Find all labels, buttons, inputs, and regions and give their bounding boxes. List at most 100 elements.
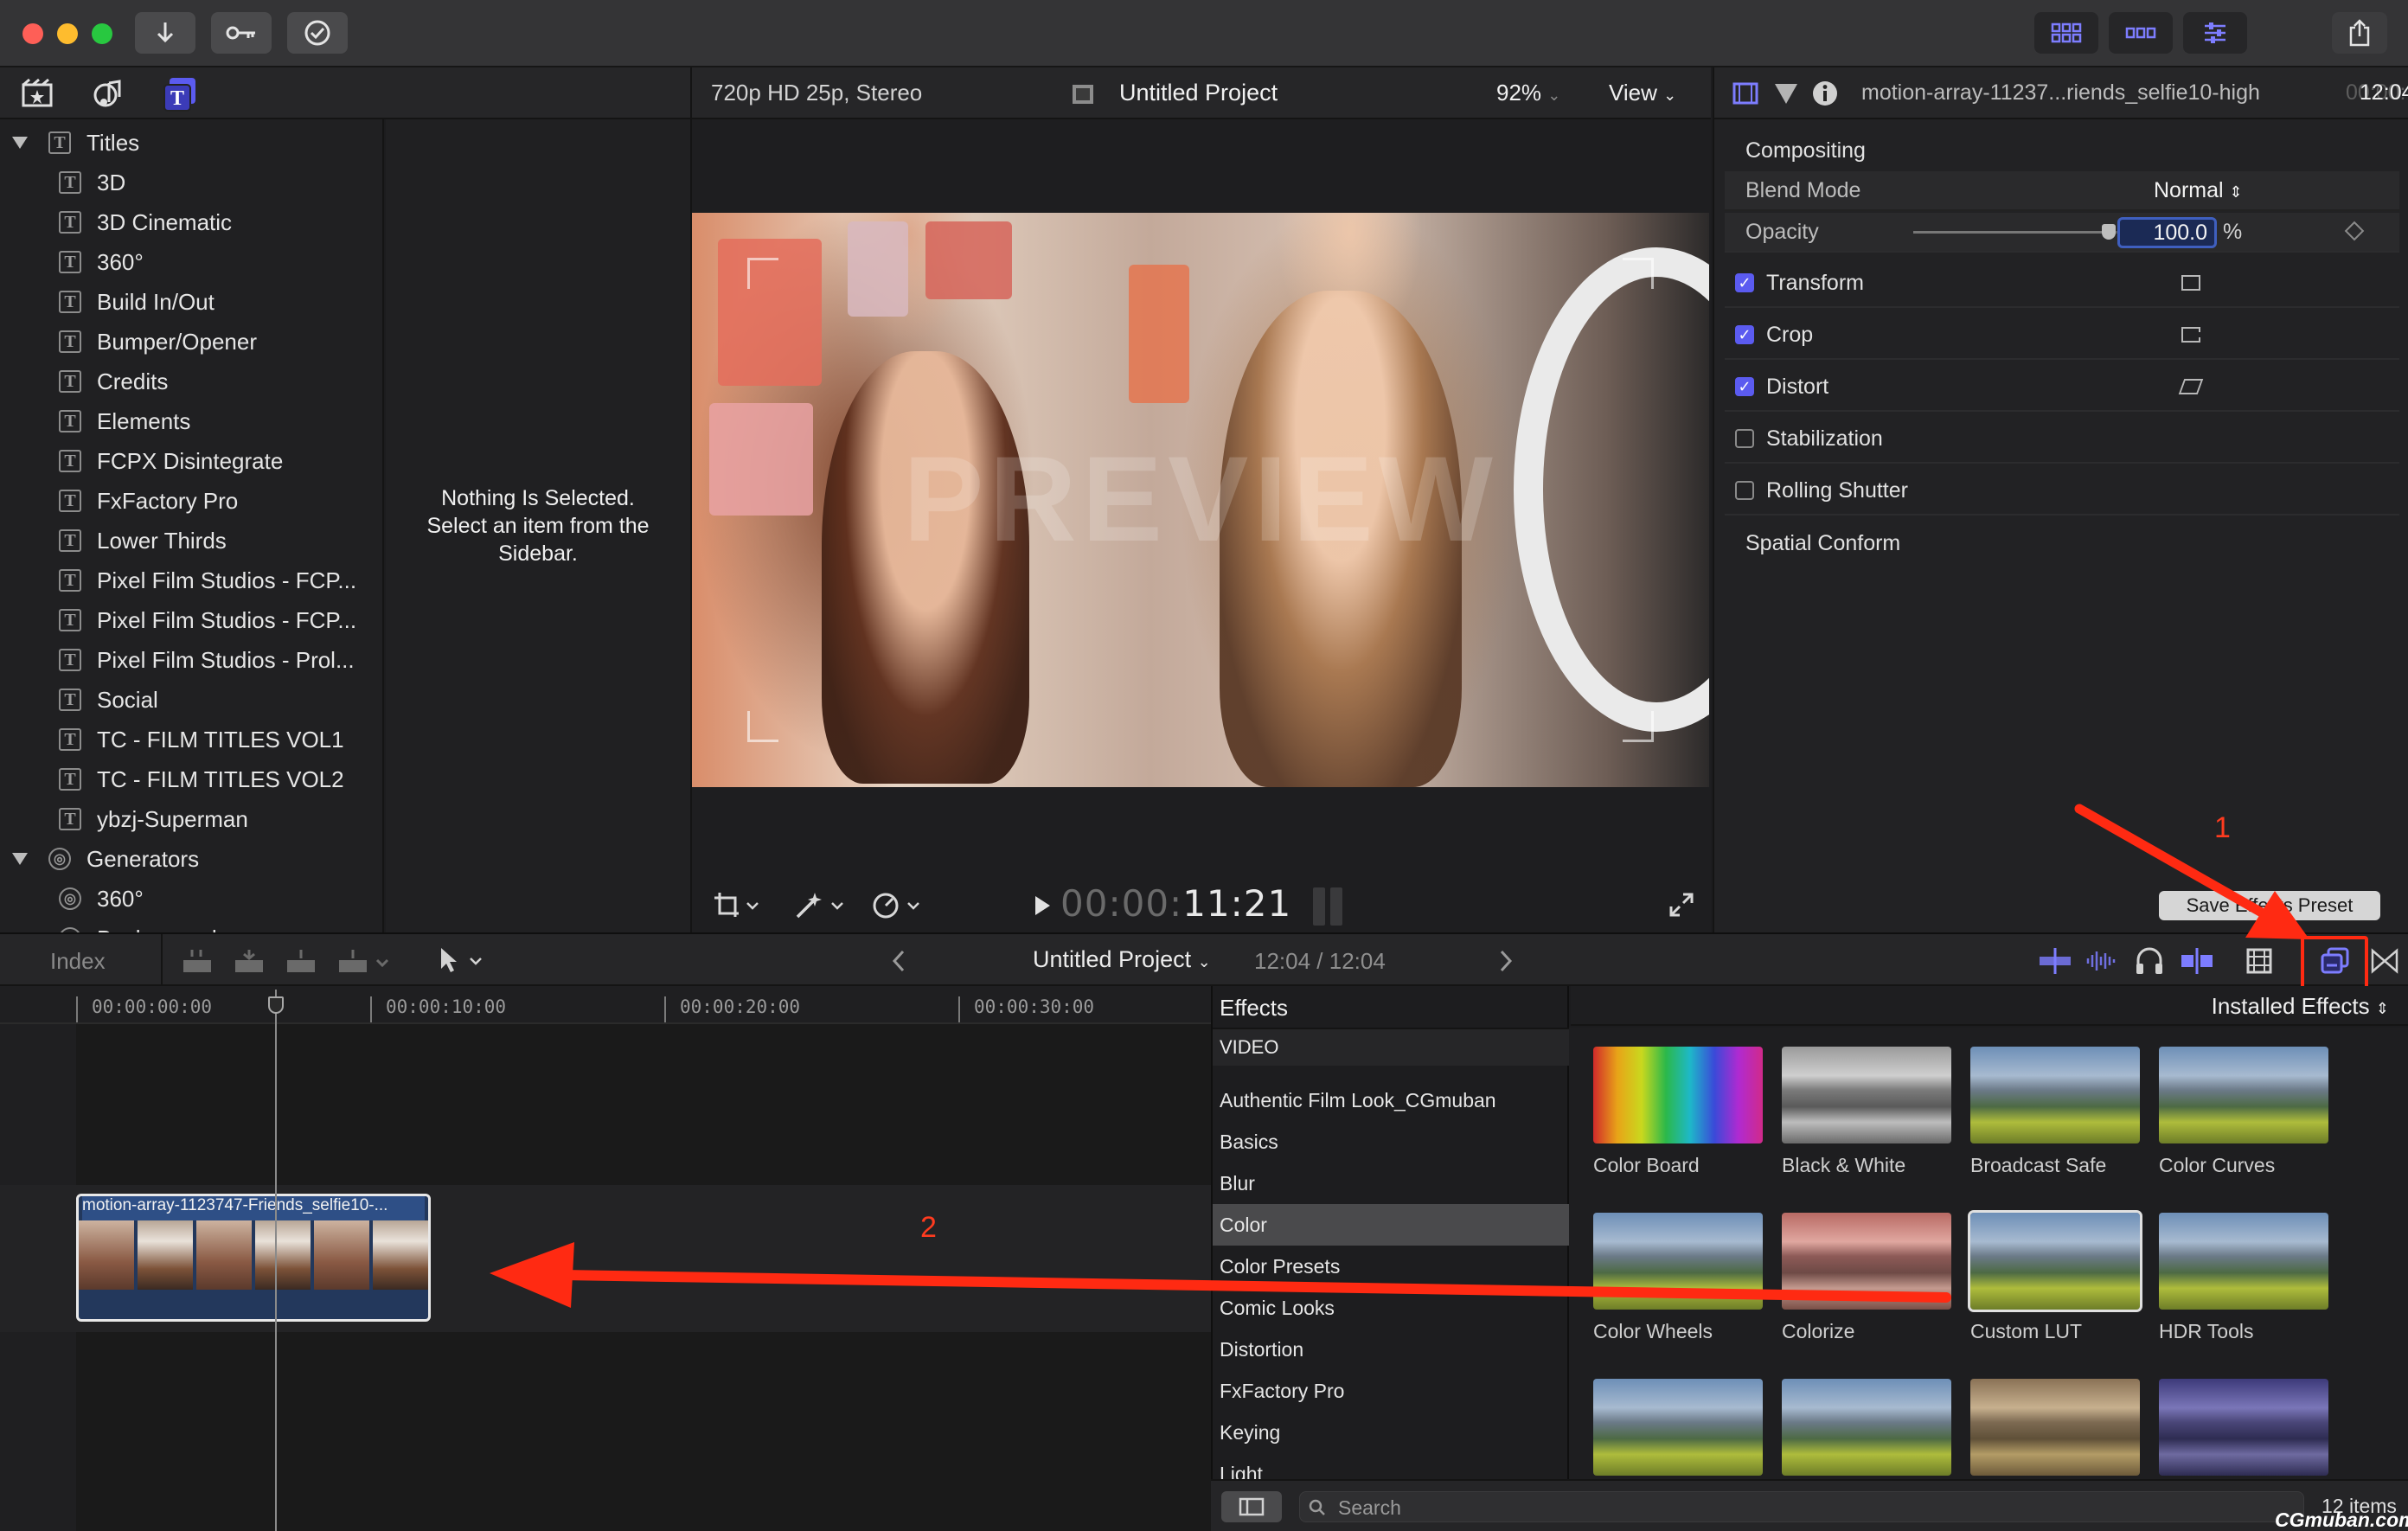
inspector-section-crop[interactable]: ✓ Crop xyxy=(1725,311,2399,360)
effects-category-item[interactable]: Color xyxy=(1213,1204,1569,1246)
opacity-slider[interactable] xyxy=(1913,224,2123,240)
sidebar-item[interactable]: T Pixel Film Studios - Prol... xyxy=(59,640,355,680)
effects-category-item[interactable]: Comic Looks xyxy=(1213,1287,1569,1329)
effects-category-item[interactable]: Blur xyxy=(1213,1163,1569,1204)
disclosure-triangle-icon[interactable] xyxy=(12,137,28,149)
music-tab[interactable] xyxy=(92,78,125,113)
sidebar-group-header[interactable]: T Titles xyxy=(12,123,139,163)
inspector-section-distort[interactable]: ✓ Distort xyxy=(1725,363,2399,412)
distort-icon[interactable] xyxy=(2178,379,2204,394)
crop-icon[interactable] xyxy=(2181,327,2200,343)
sidebar-item[interactable]: T Social xyxy=(59,680,158,720)
arrow-tool-menu[interactable] xyxy=(438,946,490,976)
effect-tile[interactable] xyxy=(1970,1379,2140,1476)
transitions-browser-icon[interactable] xyxy=(2370,948,2399,974)
effect-tile[interactable]: HDR Tools xyxy=(2159,1213,2328,1343)
effects-category-item[interactable]: Basics xyxy=(1213,1121,1569,1163)
save-effects-preset-button[interactable]: Save Effects Preset xyxy=(2159,891,2380,920)
effect-tile[interactable]: Broadcast Safe xyxy=(1970,1047,2140,1177)
inspector-toggle-button[interactable] xyxy=(2183,12,2247,54)
timeline-ruler[interactable]: 00:00:00:00 00:00:10:00 00:00:20:00 00:00:3… xyxy=(0,986,1211,1024)
sidebar-item[interactable]: ◎Backgrounds xyxy=(59,919,228,932)
keywords-button[interactable] xyxy=(211,12,272,54)
installed-effects-menu[interactable]: Installed Effects ⇕ xyxy=(2212,993,2389,1020)
transform-icon[interactable] xyxy=(2181,275,2200,291)
retime-menu[interactable] xyxy=(872,891,924,926)
clip-appearance-icon[interactable] xyxy=(2245,946,2273,976)
edit-buttons-group[interactable] xyxy=(182,948,398,976)
sidebar-item[interactable]: T Pixel Film Studios - FCP... xyxy=(59,600,356,640)
browser-toggle-button[interactable] xyxy=(2034,12,2098,54)
effect-tile[interactable] xyxy=(2159,1379,2328,1476)
titles-generators-tab[interactable]: T xyxy=(163,76,199,117)
section-checkbox[interactable]: ✓ xyxy=(1735,325,1754,344)
skimming-icon[interactable] xyxy=(2038,946,2072,976)
sidebar-group-header[interactable]: ◎ Generators xyxy=(12,839,199,879)
sidebar-item[interactable]: T Pixel Film Studios - FCP... xyxy=(59,561,356,600)
sidebar-item[interactable]: T 360° xyxy=(59,242,144,282)
fullscreen-button[interactable] xyxy=(1668,891,1695,925)
effects-category-item[interactable]: Keying xyxy=(1213,1412,1569,1453)
background-tasks-button[interactable] xyxy=(287,12,348,54)
sidebar-item[interactable]: T Bumper/Opener xyxy=(59,322,257,362)
inspector-section-rolling-shutter[interactable]: Rolling Shutter xyxy=(1725,467,2399,516)
effect-tile[interactable]: Colorize xyxy=(1782,1213,1951,1343)
effect-tile[interactable]: Color Wheels xyxy=(1593,1213,1763,1343)
opacity-field[interactable]: 100.0 xyxy=(2117,217,2217,248)
index-button[interactable]: Index xyxy=(50,948,106,975)
sidebar-item[interactable]: ◎ 360° xyxy=(59,879,144,919)
inspector-section-stabilization[interactable]: Stabilization xyxy=(1725,415,2399,464)
section-checkbox[interactable] xyxy=(1735,481,1754,500)
sidebar-item[interactable]: T FCPX Disintegrate xyxy=(59,441,283,481)
video-preview[interactable]: PREVIEW xyxy=(692,213,1709,787)
enhance-menu[interactable] xyxy=(794,891,846,926)
playhead-handle[interactable] xyxy=(268,996,284,1014)
effect-tile[interactable]: Color Curves xyxy=(2159,1047,2328,1177)
transform-menu[interactable] xyxy=(713,891,761,926)
blend-mode-select[interactable]: Normal ⇕ xyxy=(2154,178,2243,203)
solo-headphones-icon[interactable] xyxy=(2135,946,2164,976)
sidebar-item[interactable]: T TC - FILM TITLES VOL1 xyxy=(59,720,344,759)
sidebar-item[interactable]: Tybzj-Superman xyxy=(59,799,248,839)
minimize-window-button[interactable] xyxy=(57,23,78,44)
effects-category-item[interactable]: Color Presets xyxy=(1213,1246,1569,1287)
close-window-button[interactable] xyxy=(22,23,43,44)
playhead[interactable] xyxy=(275,990,277,1531)
share-button[interactable] xyxy=(2332,12,2387,54)
timeline-toggle-button[interactable] xyxy=(2109,12,2173,54)
effects-category-item[interactable]: FxFactory Pro xyxy=(1213,1370,1569,1412)
effect-tile[interactable]: Black & White xyxy=(1782,1047,1951,1177)
opacity-slider-knob[interactable] xyxy=(2102,224,2116,240)
sidebar-item[interactable]: T 3D xyxy=(59,163,125,202)
keyframe-diamond-icon[interactable] xyxy=(2344,221,2365,241)
sidebar-item[interactable]: T TC - FILM TITLES VOL2 xyxy=(59,759,344,799)
effects-category-item[interactable]: Distortion xyxy=(1213,1329,1569,1370)
sidebar-toggle-button[interactable] xyxy=(1221,1491,1282,1522)
zoom-dropdown[interactable]: 92% ⌄ xyxy=(1496,80,1560,106)
sidebar-item[interactable]: T Credits xyxy=(59,362,168,401)
zoom-window-button[interactable] xyxy=(92,23,112,44)
info-icon[interactable] xyxy=(1811,80,1839,107)
import-button[interactable] xyxy=(135,12,195,54)
timeline-project-menu[interactable]: Untitled Project ⌄ xyxy=(1033,946,1211,973)
timeline-clip[interactable]: motion-array-1123747-Friends_selfie10-..… xyxy=(76,1194,431,1322)
snapping-icon[interactable] xyxy=(2180,946,2214,976)
disclosure-triangle-icon[interactable] xyxy=(12,853,28,865)
previous-project-icon[interactable] xyxy=(891,948,908,974)
effects-category-item[interactable]: Authentic Film Look_CGmuban xyxy=(1213,1079,1569,1121)
play-button[interactable] xyxy=(1033,894,1052,923)
color-inspector-icon[interactable] xyxy=(1773,81,1799,106)
view-menu[interactable]: View ⌄ xyxy=(1609,80,1676,106)
section-checkbox[interactable]: ✓ xyxy=(1735,377,1754,396)
section-checkbox[interactable]: ✓ xyxy=(1735,273,1754,292)
section-checkbox[interactable] xyxy=(1735,429,1754,448)
compositing-section[interactable]: Compositing xyxy=(1725,126,2399,175)
effect-tile[interactable] xyxy=(1593,1379,1763,1476)
sidebar-item[interactable]: T Lower Thirds xyxy=(59,521,227,561)
video-inspector-icon[interactable] xyxy=(1732,81,1759,106)
sidebar-item[interactable]: T Build In/Out xyxy=(59,282,215,322)
photos-audio-tab[interactable] xyxy=(21,78,54,113)
effect-tile[interactable]: Color Board xyxy=(1593,1047,1763,1177)
search-input[interactable]: Search xyxy=(1299,1491,2304,1522)
effect-tile[interactable] xyxy=(1782,1379,1951,1476)
